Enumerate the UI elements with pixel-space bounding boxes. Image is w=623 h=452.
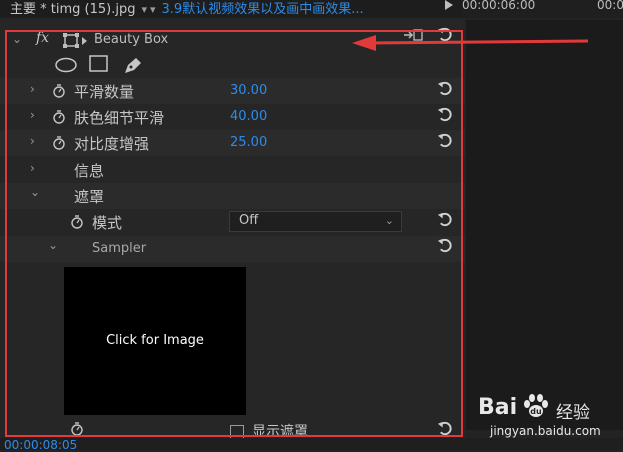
watermark-jingyan: 经验 <box>556 403 590 423</box>
chevron-down-icon[interactable]: ▾ <box>141 3 147 16</box>
tab-sequence[interactable]: ▾ 3.9默认视频效果以及画中画效果... <box>150 0 425 17</box>
annotation-highlight-box <box>5 30 463 437</box>
ruler-timecode-end: 00:00 <box>597 0 623 12</box>
current-timecode[interactable]: 00:00:08:05 <box>4 439 77 451</box>
tab-sequence-label: 3.9默认视频效果以及画中画效果... <box>161 2 364 17</box>
ruler-timecode: 00:00:06:00 <box>462 0 536 12</box>
tab-source-clip[interactable]: 主要 * timg (15).jpg ▾ <box>10 0 147 17</box>
watermark-bai: Bai <box>478 395 518 420</box>
chevron-down-icon[interactable]: ▾ <box>150 3 156 16</box>
svg-text:du: du <box>530 407 542 416</box>
play-icon[interactable] <box>445 0 453 10</box>
status-bar <box>0 438 623 450</box>
watermark-url: jingyan.baidu.com <box>490 424 601 438</box>
timeline-area[interactable] <box>466 20 623 430</box>
paw-icon: du <box>524 394 548 417</box>
tab-source-label: 主要 * timg (15).jpg <box>10 2 136 17</box>
